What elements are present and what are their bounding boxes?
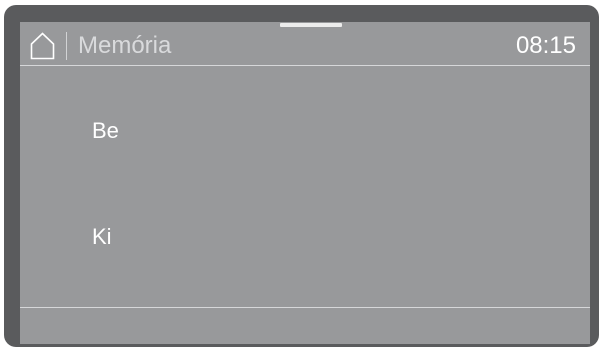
clock-time: 08:15 [515, 32, 576, 59]
menu-item-be[interactable]: Be [92, 118, 119, 144]
home-icon[interactable] [30, 32, 55, 60]
header-bar: Memória 08:15 [20, 22, 590, 65]
header-separator [20, 65, 590, 66]
menu-item-ki[interactable]: Ki [92, 224, 112, 250]
header-divider [66, 32, 67, 60]
footer-separator [20, 307, 590, 308]
display-screen: Memória 08:15 Be Ki [20, 22, 590, 344]
device-bezel: Memória 08:15 Be Ki [4, 5, 599, 347]
top-handle [280, 23, 342, 27]
page-title: Memória [78, 32, 172, 59]
